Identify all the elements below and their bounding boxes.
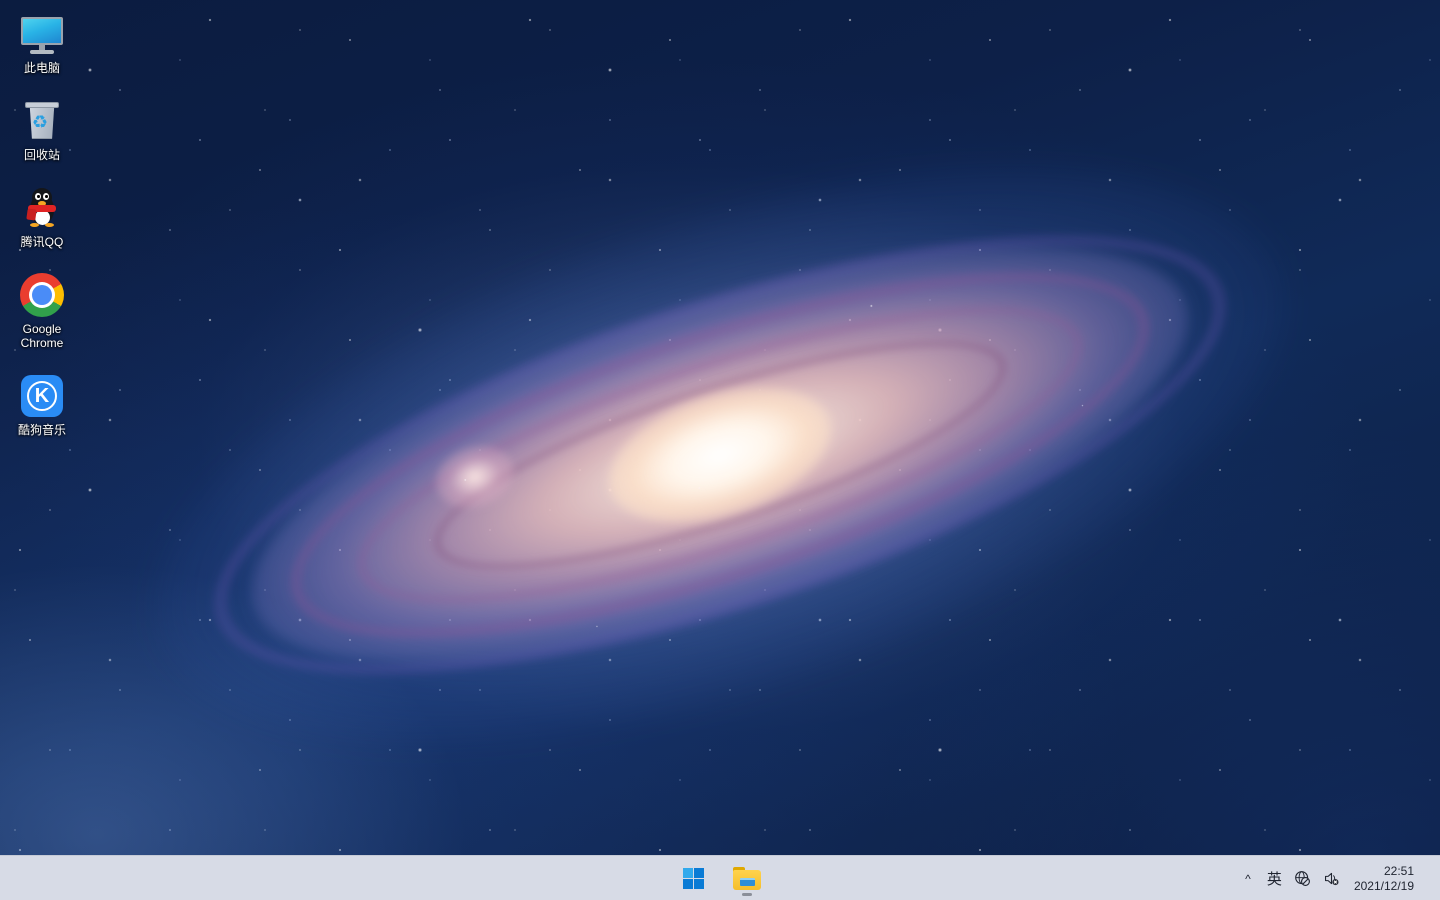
speaker-muted-icon: [1324, 872, 1339, 886]
desktop-icon-kugou-music[interactable]: K 酷狗音乐: [4, 368, 80, 443]
ime-icon: 英: [1266, 871, 1282, 888]
network-status-button[interactable]: [1288, 856, 1317, 900]
taskbar[interactable]: ^ 英 22:51 2021/12/19: [0, 855, 1440, 900]
desktop-icon-label: 腾讯QQ: [20, 235, 64, 249]
qq-penguin-icon: [18, 184, 66, 232]
desktop-icon-google-chrome[interactable]: Google Chrome: [4, 267, 80, 356]
show-desktop-button[interactable]: [1426, 856, 1434, 900]
recycle-bin-icon: ♻: [18, 97, 66, 145]
system-tray: ^ 英 22:51 2021/12/19: [1235, 856, 1440, 900]
clock-time: 22:51: [1383, 863, 1414, 878]
volume-button[interactable]: [1317, 856, 1346, 900]
desktop-icon-label: Google Chrome: [20, 322, 64, 350]
desktop-icon-label: 回收站: [23, 148, 60, 162]
file-explorer-icon: [733, 866, 761, 890]
network-unavailable-icon: [1295, 871, 1310, 886]
taskbar-item-file-explorer[interactable]: [727, 858, 767, 898]
kugou-music-icon: K: [18, 372, 66, 420]
running-indicator: [742, 893, 752, 896]
chrome-icon: [18, 271, 66, 319]
desktop[interactable]: 此电脑 ♻ 回收站 腾讯QQ Google Chrome K 酷狗音乐 ^ 英 …: [0, 0, 1440, 900]
desktop-icon-tencent-qq[interactable]: 腾讯QQ: [4, 180, 80, 255]
desktop-icon-this-pc[interactable]: 此电脑: [4, 6, 80, 81]
show-hidden-icons-button[interactable]: ^: [1235, 856, 1261, 900]
desktop-icon-recycle-bin[interactable]: ♻ 回收站: [4, 93, 80, 168]
desktop-icon-label: 此电脑: [23, 61, 60, 75]
taskbar-center-group: [673, 856, 767, 900]
chevron-up-icon: ^: [1245, 871, 1251, 886]
ime-indicator[interactable]: 英: [1261, 856, 1288, 900]
clock[interactable]: 22:51 2021/12/19: [1346, 856, 1426, 900]
desktop-icon-label: 酷狗音乐: [17, 423, 66, 437]
monitor-icon: [18, 10, 66, 58]
clock-date: 2021/12/19: [1353, 878, 1414, 893]
desktop-icon-grid: 此电脑 ♻ 回收站 腾讯QQ Google Chrome K 酷狗音乐: [4, 6, 90, 455]
windows-logo-icon: [682, 867, 704, 889]
start-button[interactable]: [673, 858, 713, 898]
